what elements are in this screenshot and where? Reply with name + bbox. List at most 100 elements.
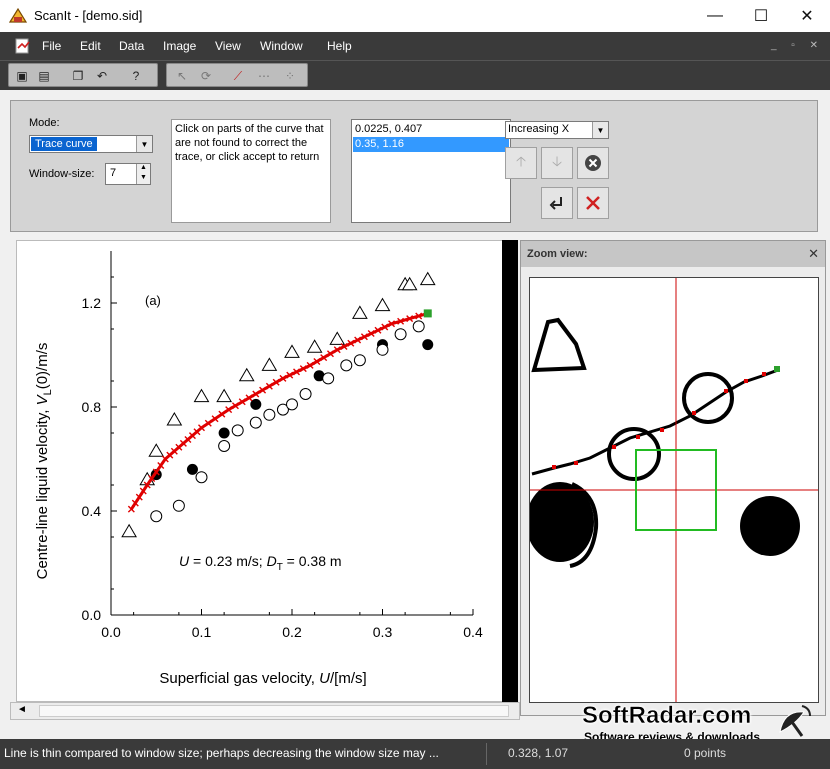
open-circle-marker [231,424,244,437]
axes: 0.0 0.1 0.2 0.3 0.4 0.0 0.4 0.8 1.2 [82,251,483,640]
triangle-marker [216,388,232,403]
triangle-marker [419,271,436,286]
save-icon[interactable]: ▤ [35,67,53,85]
status-divider [486,743,487,765]
window-size-label: Window-size: [29,168,95,180]
open-circle-marker [412,320,425,333]
triangle-marker [148,443,165,457]
zoom-close-icon[interactable]: ✕ [808,246,819,262]
open-circle-marker [299,388,312,400]
zoom-header: Zoom view: ✕ [521,241,825,267]
menu-edit[interactable]: Edit [80,39,101,53]
delete-point-button[interactable] [577,147,609,179]
trace-line-icon[interactable]: ⟋ [229,67,247,85]
toolbar-group-tools: ↖ ⟳ ⟋ ⋯ ⁘ [166,63,308,87]
zoom-triangle-marker [531,317,587,373]
mode-select[interactable]: Trace curve ▼ [29,135,153,153]
open-circle-marker [150,510,163,523]
help-icon[interactable]: ? [127,67,145,85]
order-select[interactable]: Increasing X ▼ [505,121,609,139]
window-size-stepper[interactable]: 7 ▲ ▼ [105,163,151,185]
chart-formula: U = 0.23 m/s; DT = 0.38 m [179,553,342,573]
y-tick-label: 0.4 [82,503,102,519]
menu-file[interactable]: File [42,39,61,53]
triangle-marker [329,331,346,345]
triangle-marker [261,357,278,371]
graph-pane[interactable]: 0.0 0.1 0.2 0.3 0.4 0.0 0.4 0.8 1.2 (a) U = 0.23… [16,240,516,702]
dotted-line-icon[interactable]: ⋯ [255,67,273,85]
arrow-up-icon: 🡡 [515,153,527,169]
triangle-marker [306,339,323,353]
y-tick-label: 0.8 [82,399,102,415]
satellite-dish-icon [779,705,811,737]
minimize-button[interactable]: — [692,0,738,32]
toolbar-group-file: ▣ ▤ ❐ ↶ ? [8,63,158,87]
status-coordinates: 0.328, 1.07 [508,746,569,760]
move-down-button[interactable]: 🡣 [541,147,573,179]
list-item[interactable]: 0.0225, 0.407 [353,122,509,137]
x-tick-label: 0.1 [192,624,212,640]
cancel-button[interactable] [577,187,609,219]
move-up-button[interactable]: 🡡 [505,147,537,179]
open-circle-marker [172,499,185,512]
scatter-chart[interactable]: 0.0 0.1 0.2 0.3 0.4 0.0 0.4 0.8 1.2 (a) U = 0.23… [17,241,503,701]
x-axis-label: Superficial gas velocity, U/[m/s] [159,670,366,687]
y-tick-label: 0.0 [82,607,102,623]
copy-icon[interactable]: ❐ [69,67,87,85]
order-select-value: Increasing X [508,123,570,135]
y-axis-label: Centre-line liquid velocity, VL(0)/m/s [34,343,54,580]
mdi-window-controls[interactable]: _ ▫ ✕ [771,40,824,51]
control-panel: Mode: Trace curve ▼ Window-size: 7 ▲ ▼ C… [10,100,818,232]
chevron-down-icon: ▼ [136,136,152,152]
instruction-text: Click on parts of the curve that are not… [171,119,331,223]
open-circle-marker [353,354,366,367]
triangle-marker [284,344,300,358]
y-tick-label: 1.2 [82,295,102,311]
maximize-button[interactable]: ☐ [738,0,784,32]
status-message: Line is thin compared to window size; pe… [4,746,439,760]
menu-image[interactable]: Image [163,39,196,53]
menu-view[interactable]: View [215,39,241,53]
open-circle-marker [394,328,407,341]
triangle-marker [121,523,137,538]
app-window: ScanIt - [demo.sid] — ☐ ✕ File Edit Data… [0,0,830,769]
zoom-view-pane: Zoom view: ✕ [520,240,826,716]
scrollbar-track[interactable] [39,705,509,717]
rotate-icon[interactable]: ⟳ [197,67,215,85]
open-circle-marker [249,416,262,429]
zoom-curve-line [531,368,779,476]
list-item-selected[interactable]: 0.35, 1.16 [353,137,509,152]
horizontal-scrollbar[interactable]: ◄ [10,702,520,720]
spin-down-icon[interactable]: ▼ [136,174,150,184]
window-size-value: 7 [110,167,117,179]
red-x-icon [586,196,600,210]
watermark-title: SoftRadar.com [582,702,752,730]
points-list[interactable]: 0.0225, 0.407 0.35, 1.16 [351,119,511,223]
triangle-marker [374,297,391,312]
remove-circle-icon [585,155,601,171]
x-tick-label: 0.3 [373,624,393,640]
scanit-app-icon [8,7,28,23]
zoom-canvas[interactable] [529,277,819,703]
accept-button[interactable] [541,187,573,219]
triangle-marker [193,388,210,403]
grid-points-icon[interactable]: ⁘ [281,67,299,85]
filled-circle-marker [186,463,198,475]
undo-icon[interactable]: ↶ [93,67,111,85]
close-button[interactable]: ✕ [784,0,830,32]
toolbar: ▣ ▤ ❐ ↶ ? ↖ ⟳ ⟋ ⋯ ⁘ [0,60,830,90]
pointer-icon[interactable]: ↖ [173,67,191,85]
spin-up-icon[interactable]: ▲ [136,164,150,174]
menu-help[interactable]: Help [327,39,352,53]
chart-annotation: (a) [145,293,161,308]
graph-border-strip [502,240,518,702]
open-icon[interactable]: ▣ [13,67,31,85]
filled-circle-marker [422,339,434,351]
scroll-left-icon[interactable]: ◄ [17,704,27,715]
zoom-image [530,278,818,702]
zoom-title: Zoom view: [527,248,588,260]
menu-data[interactable]: Data [119,39,144,53]
open-circle-marker [195,471,208,484]
x-tick-label: 0.0 [101,624,121,640]
menu-window[interactable]: Window [260,39,303,53]
